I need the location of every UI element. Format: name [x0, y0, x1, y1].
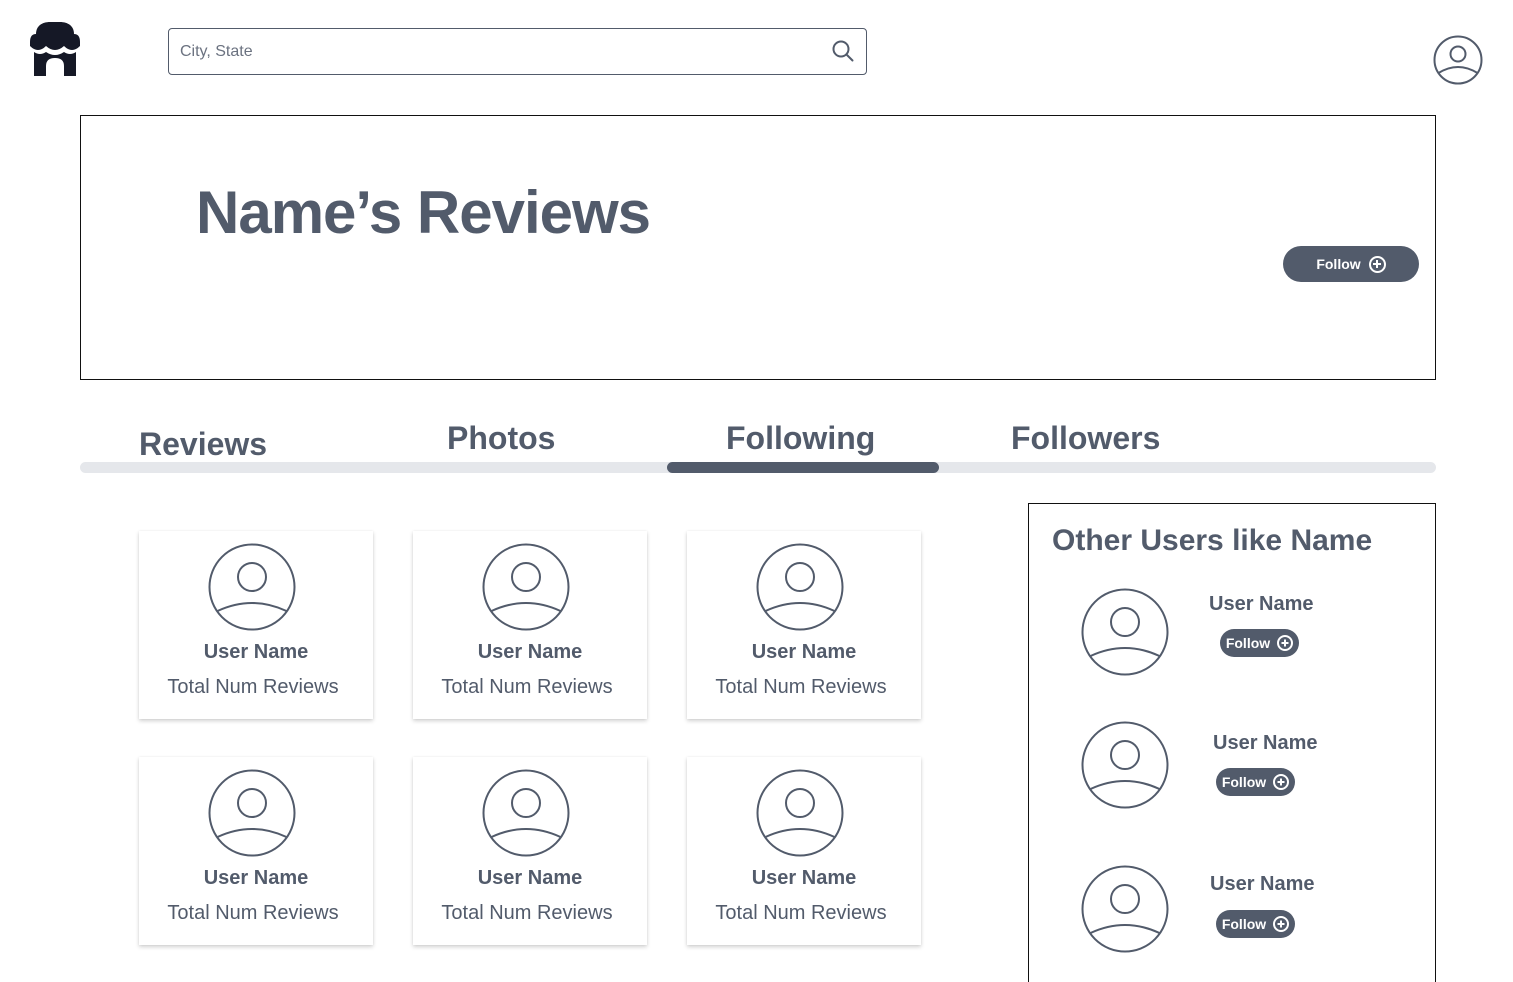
user-avatar-icon [482, 769, 570, 857]
user-card[interactable]: User Name Total Num Reviews [139, 531, 373, 719]
tab-following[interactable]: Following [726, 420, 875, 457]
review-count: Total Num Reviews [715, 676, 887, 698]
active-tab-indicator [667, 462, 939, 473]
search-input[interactable] [180, 29, 820, 74]
user-avatar-icon [756, 769, 844, 857]
follow-button-label: Follow [1225, 635, 1271, 651]
user-name: User Name [477, 867, 583, 889]
page-title: Name’s Reviews [196, 179, 651, 246]
user-avatar-icon[interactable] [1081, 865, 1169, 953]
user-avatar-icon [208, 769, 296, 857]
follow-button-label: Follow [1221, 774, 1267, 790]
panel-title: Other Users like Name [1052, 524, 1373, 557]
user-avatar-icon[interactable] [1081, 588, 1169, 676]
follow-button-label: Follow [1316, 256, 1361, 272]
user-avatar-icon [208, 543, 296, 631]
profile-header: Name’s Reviews Follow [80, 115, 1436, 380]
search-bar [168, 28, 867, 75]
review-count: Total Num Reviews [441, 902, 613, 924]
follow-button-label: Follow [1221, 916, 1267, 932]
tab-photos[interactable]: Photos [447, 420, 555, 457]
search-icon[interactable] [832, 40, 854, 62]
plus-circle-icon [1277, 635, 1294, 651]
user-name: User Name [203, 641, 309, 663]
follow-button[interactable]: Follow [1220, 629, 1299, 657]
similar-users-panel: Other Users like Name User Name Follow U… [1028, 503, 1436, 982]
review-count: Total Num Reviews [715, 902, 887, 924]
plus-circle-icon [1368, 255, 1386, 273]
user-card[interactable]: User Name Total Num Reviews [413, 531, 647, 719]
user-card[interactable]: User Name Total Num Reviews [139, 757, 373, 945]
user-avatar-icon [482, 543, 570, 631]
user-card[interactable]: User Name Total Num Reviews [687, 531, 921, 719]
review-count: Total Num Reviews [167, 676, 339, 698]
user-name: User Name [203, 867, 309, 889]
suggested-user-name[interactable]: User Name [1210, 873, 1315, 896]
tab-reviews[interactable]: Reviews [139, 426, 267, 463]
plus-circle-icon [1273, 774, 1290, 790]
user-name: User Name [477, 641, 583, 663]
follow-button[interactable]: Follow [1283, 246, 1419, 282]
follow-button[interactable]: Follow [1216, 768, 1295, 796]
review-count: Total Num Reviews [441, 676, 613, 698]
follow-button[interactable]: Follow [1216, 910, 1295, 938]
storefront-logo-icon[interactable] [30, 20, 80, 76]
account-avatar-icon[interactable] [1433, 35, 1483, 85]
suggested-user-name[interactable]: User Name [1213, 732, 1318, 755]
tab-followers[interactable]: Followers [1011, 420, 1160, 457]
user-avatar-icon[interactable] [1081, 721, 1169, 809]
user-card[interactable]: User Name Total Num Reviews [687, 757, 921, 945]
user-name: User Name [751, 867, 857, 889]
suggested-user-name[interactable]: User Name [1209, 593, 1314, 616]
user-card[interactable]: User Name Total Num Reviews [413, 757, 647, 945]
user-name: User Name [751, 641, 857, 663]
plus-circle-icon [1273, 916, 1290, 932]
user-avatar-icon [756, 543, 844, 631]
review-count: Total Num Reviews [167, 902, 339, 924]
